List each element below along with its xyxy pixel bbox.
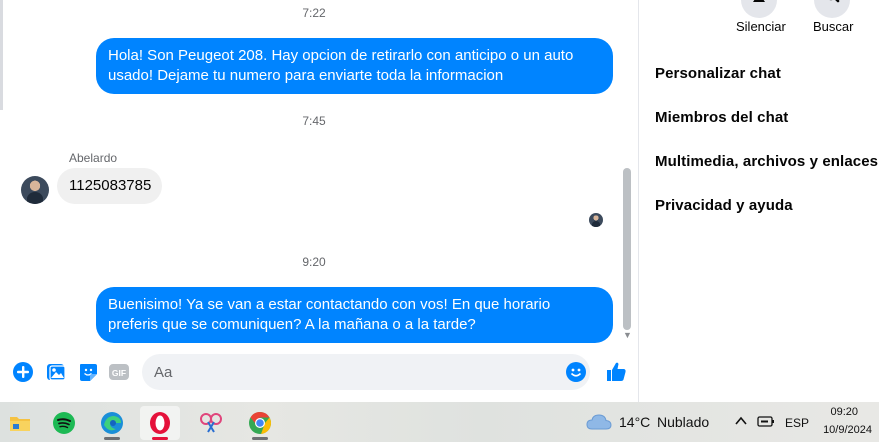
battery-plug-icon[interactable]	[757, 414, 775, 428]
bell-icon	[753, 0, 765, 2]
chat-info-panel: Silenciar Buscar Personalizar chat Miemb…	[639, 0, 879, 402]
menu-media-files-links[interactable]: Multimedia, archivos y enlaces	[655, 153, 878, 170]
running-indicator	[252, 437, 268, 440]
like-icon[interactable]	[604, 360, 628, 384]
gif-icon[interactable]: GIF	[108, 361, 130, 383]
avatar[interactable]	[21, 176, 49, 204]
outgoing-message[interactable]: Buenisimo! Ya se van a estar contactando…	[96, 287, 613, 343]
emoji-icon[interactable]	[565, 361, 587, 383]
timestamp: 7:45	[302, 114, 326, 128]
taskbar-app-edge[interactable]	[92, 406, 132, 440]
search-label[interactable]: Buscar	[813, 19, 853, 34]
input-language[interactable]: ESP	[785, 416, 809, 430]
timestamp: 7:22	[302, 6, 326, 20]
mute-label[interactable]: Silenciar	[736, 19, 786, 34]
taskbar-app-explorer[interactable]	[0, 406, 40, 440]
taskbar: 14°C Nublado ESP 09:20 10/9/2024	[0, 402, 879, 442]
chrome-icon	[249, 412, 272, 434]
seen-avatar	[589, 213, 603, 227]
running-indicator	[152, 437, 168, 440]
chat-pane: 7:22 Hola! Son Peugeot 208. Hay opcion d…	[0, 0, 638, 402]
file-explorer-icon	[10, 417, 30, 431]
edge-icon	[101, 412, 123, 434]
composer: GIF Aa	[0, 350, 638, 394]
search-button[interactable]	[814, 0, 850, 18]
cloud-icon	[586, 414, 612, 430]
mute-button[interactable]	[741, 0, 777, 18]
spotify-icon	[53, 412, 75, 434]
weather-temp[interactable]: 14°C	[619, 414, 650, 430]
scroll-down-arrow-icon[interactable]: ▼	[623, 330, 632, 340]
message-input[interactable]: Aa	[142, 354, 590, 390]
clock-date[interactable]: 10/9/2024	[810, 424, 872, 436]
opera-icon	[150, 412, 170, 434]
sender-name: Abelardo	[69, 151, 118, 165]
sticker-icon[interactable]	[77, 361, 99, 383]
taskbar-app-spotify[interactable]	[44, 406, 84, 440]
svg-text:GIF: GIF	[112, 368, 126, 378]
scrollbar-thumb[interactable]	[623, 168, 631, 330]
taskbar-app-opera[interactable]	[140, 406, 180, 440]
menu-chat-members[interactable]: Miembros del chat	[655, 109, 788, 126]
outgoing-message[interactable]: Hola! Son Peugeot 208. Hay opcion de ret…	[96, 38, 613, 94]
messenger-window: 7:22 Hola! Son Peugeot 208. Hay opcion d…	[0, 0, 879, 442]
chevron-up-icon[interactable]	[735, 416, 747, 426]
plus-icon[interactable]	[12, 361, 34, 383]
incoming-message[interactable]: 1125083785	[57, 168, 162, 204]
timestamp: 9:20	[302, 255, 326, 269]
search-icon	[829, 0, 840, 3]
menu-customize-chat[interactable]: Personalizar chat	[655, 65, 781, 82]
taskbar-app-snipping[interactable]	[191, 406, 231, 440]
weather-condition[interactable]: Nublado	[657, 414, 709, 430]
taskbar-app-chrome[interactable]	[240, 406, 280, 440]
snipping-tool-icon	[200, 413, 222, 433]
gallery-icon[interactable]	[45, 361, 67, 383]
menu-privacy-help[interactable]: Privacidad y ayuda	[655, 197, 793, 214]
running-indicator	[104, 437, 120, 440]
clock-time[interactable]: 09:20	[818, 406, 858, 418]
